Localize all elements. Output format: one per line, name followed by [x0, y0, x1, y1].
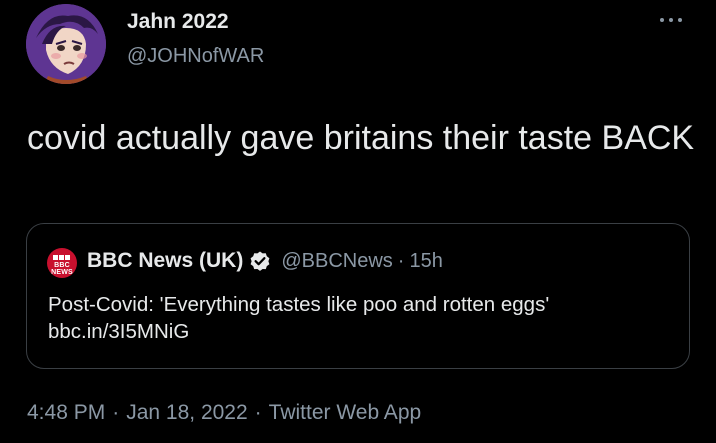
quoted-tweet-time[interactable]: 15h	[409, 250, 442, 273]
bbc-news-logo-icon: BBC NEWS	[47, 248, 77, 278]
tweet-text: covid actually gave britains their taste…	[27, 119, 695, 157]
tweet-meta: 4:48 PM · Jan 18, 2022 · Twitter Web App	[27, 401, 421, 425]
tweet-date[interactable]: Jan 18, 2022	[126, 401, 247, 425]
verified-badge-icon	[249, 250, 271, 272]
avatar[interactable]	[26, 4, 106, 84]
quoted-tweet-text-line: Post-Covid: 'Everything tastes like poo …	[48, 293, 550, 316]
quoted-tweet-header: BBC News (UK) @BBCNews · 15h	[87, 249, 443, 273]
tweet-source[interactable]: Twitter Web App	[269, 401, 422, 425]
quoted-tweet-text: Post-Covid: 'Everything tastes like poo …	[48, 291, 678, 345]
tweet-time[interactable]: 4:48 PM	[27, 401, 105, 425]
author-name[interactable]: Jahn 2022	[127, 10, 229, 34]
separator: ·	[397, 249, 405, 272]
quoted-author-handle[interactable]: @BBCNews	[281, 250, 392, 273]
author-handle[interactable]: @JOHNofWAR	[127, 45, 264, 68]
quoted-tweet-link[interactable]: bbc.in/3I5MNiG	[48, 318, 678, 345]
quoted-author-name[interactable]: BBC News (UK)	[87, 249, 243, 273]
tweet: Jahn 2022 @JOHNofWAR covid actually gave…	[0, 0, 716, 443]
separator: ·	[254, 401, 262, 424]
more-horizontal-icon[interactable]	[660, 14, 688, 26]
separator: ·	[112, 401, 120, 424]
quoted-tweet-card[interactable]: BBC NEWS BBC News (UK) @BBCNews · 15h Po…	[26, 223, 690, 369]
